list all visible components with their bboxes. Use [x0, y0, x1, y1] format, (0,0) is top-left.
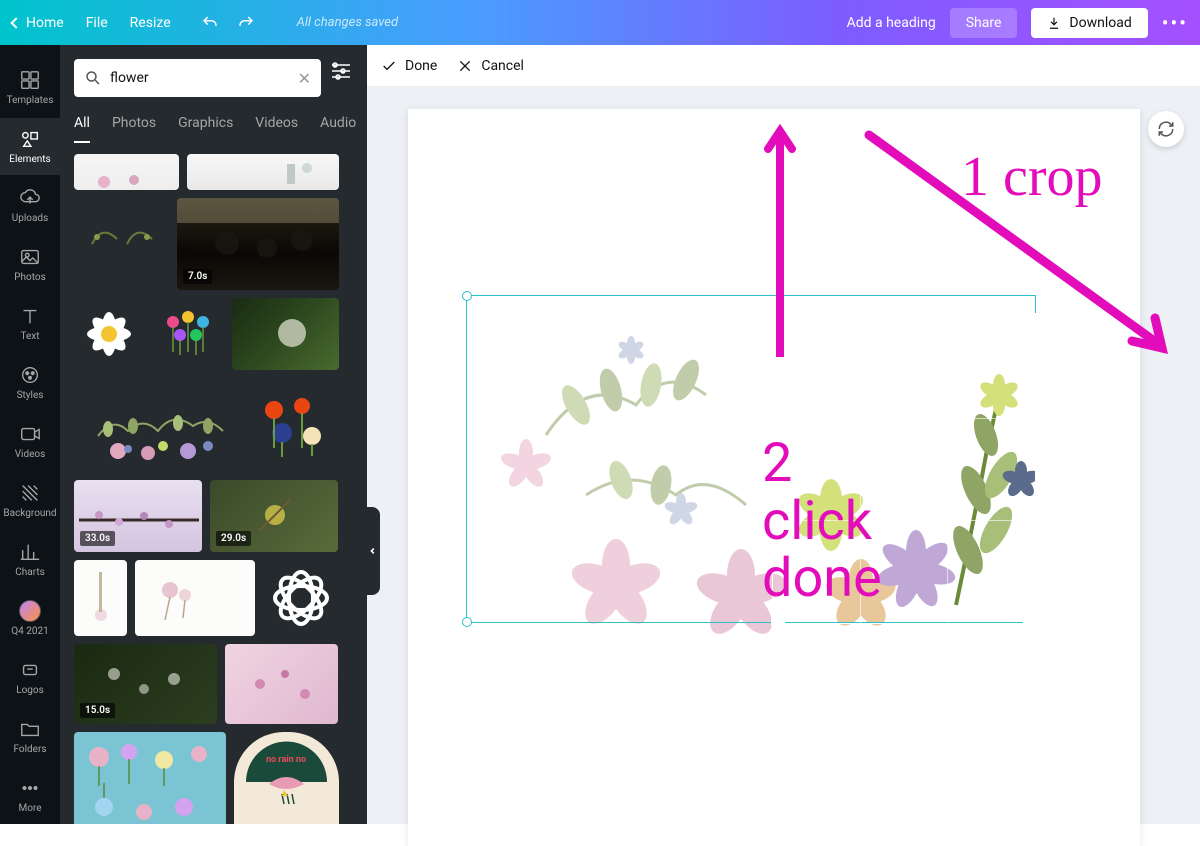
resize-menu[interactable]: Resize [130, 15, 171, 31]
rail-charts[interactable]: Charts [0, 531, 60, 588]
videos-icon [19, 423, 41, 445]
folders-icon [19, 718, 41, 740]
uploads-icon [19, 187, 41, 209]
tab-photos[interactable]: Photos [112, 111, 156, 143]
elements-panel: ✕ All Photos Graphics Videos Audio 7.0s [60, 45, 367, 824]
result-thumb[interactable] [245, 378, 339, 472]
result-thumb[interactable] [232, 298, 339, 370]
result-thumb[interactable]: no rain no [234, 732, 339, 824]
more-icon[interactable]: ••• [1162, 11, 1188, 35]
brand-avatar-icon [19, 600, 41, 622]
result-thumb[interactable]: 33.0s [74, 480, 202, 552]
tab-audio[interactable]: Audio [320, 111, 356, 143]
rail-folders[interactable]: Folders [0, 708, 60, 765]
undo-icon[interactable] [201, 14, 219, 32]
cancel-button[interactable]: Cancel [457, 58, 524, 74]
duration-badge: 33.0s [80, 531, 115, 546]
close-icon [457, 58, 473, 74]
result-thumb[interactable] [187, 154, 339, 190]
templates-icon [19, 69, 41, 91]
result-thumb[interactable] [135, 560, 255, 636]
result-thumb[interactable] [225, 644, 338, 724]
crop-handle[interactable] [1023, 611, 1037, 625]
home-button[interactable]: Home [12, 15, 64, 31]
save-status: All changes saved [297, 15, 398, 30]
resize-handle[interactable] [462, 617, 472, 627]
result-tabs: All Photos Graphics Videos Audio [60, 111, 367, 144]
home-label: Home [26, 15, 64, 31]
rail-more[interactable]: More [0, 767, 60, 824]
add-heading-button[interactable]: Add a heading [847, 15, 936, 31]
crop-toolbar: Done Cancel [367, 45, 1200, 87]
share-button[interactable]: Share [950, 8, 1018, 38]
text-icon [19, 305, 41, 327]
logos-icon [19, 659, 41, 681]
result-thumb[interactable] [74, 154, 179, 190]
elements-icon [19, 128, 41, 150]
rail-templates[interactable]: Templates [0, 59, 60, 116]
tab-all[interactable]: All [74, 111, 90, 143]
charts-icon [19, 541, 41, 563]
svg-text:no rain no: no rain no [266, 755, 306, 765]
result-thumb[interactable]: 7.0s [177, 198, 339, 290]
download-button[interactable]: Download [1031, 8, 1147, 38]
rail-text[interactable]: Text [0, 295, 60, 352]
search-input[interactable] [102, 70, 298, 86]
rail-q4[interactable]: Q4 2021 [0, 590, 60, 647]
result-thumb[interactable] [74, 298, 144, 370]
result-thumb[interactable] [74, 378, 237, 472]
search-box[interactable]: ✕ [74, 59, 321, 97]
resize-handle[interactable] [462, 291, 472, 301]
filter-icon[interactable] [329, 59, 353, 83]
done-button[interactable]: Done [381, 58, 437, 74]
chevron-left-icon [10, 17, 21, 28]
duration-badge: 7.0s [183, 269, 212, 284]
rail-logos[interactable]: Logos [0, 649, 60, 706]
photos-icon [19, 246, 41, 268]
check-icon [381, 58, 397, 74]
rail-uploads[interactable]: Uploads [0, 177, 60, 234]
results-grid[interactable]: 7.0s 33.0s 29.0s 15.0s [60, 144, 367, 824]
rail-elements[interactable]: Elements [0, 118, 60, 175]
search-icon [84, 69, 102, 87]
canvas-area[interactable]: Done Cancel [367, 45, 1200, 824]
panel-collapse-handle[interactable] [366, 507, 380, 595]
tab-videos[interactable]: Videos [255, 111, 298, 143]
rail-styles[interactable]: Styles [0, 354, 60, 411]
result-thumb[interactable] [152, 298, 224, 370]
more-rail-icon [19, 777, 41, 799]
styles-icon [19, 364, 41, 386]
result-thumb[interactable] [74, 732, 226, 824]
top-bar: Home File Resize All changes saved Add a… [0, 0, 1200, 45]
clear-search-icon[interactable]: ✕ [298, 69, 311, 88]
result-thumb[interactable]: 29.0s [210, 480, 338, 552]
duration-badge: 15.0s [80, 703, 115, 718]
result-thumb[interactable] [263, 560, 339, 636]
background-icon [19, 482, 41, 504]
annotation-arrow [857, 123, 1177, 363]
duration-badge: 29.0s [216, 531, 251, 546]
download-icon [1047, 16, 1061, 30]
rail-background[interactable]: Background [0, 472, 60, 529]
rail-photos[interactable]: Photos [0, 236, 60, 293]
tab-graphics[interactable]: Graphics [178, 111, 233, 143]
redo-icon[interactable] [237, 14, 255, 32]
result-thumb[interactable] [74, 560, 127, 636]
left-rail: Templates Elements Uploads Photos Text S… [0, 45, 60, 824]
rail-videos[interactable]: Videos [0, 413, 60, 470]
result-thumb[interactable]: 15.0s [74, 644, 217, 724]
file-menu[interactable]: File [86, 15, 108, 31]
crop-handle[interactable] [771, 611, 785, 625]
result-thumb[interactable] [74, 198, 169, 290]
